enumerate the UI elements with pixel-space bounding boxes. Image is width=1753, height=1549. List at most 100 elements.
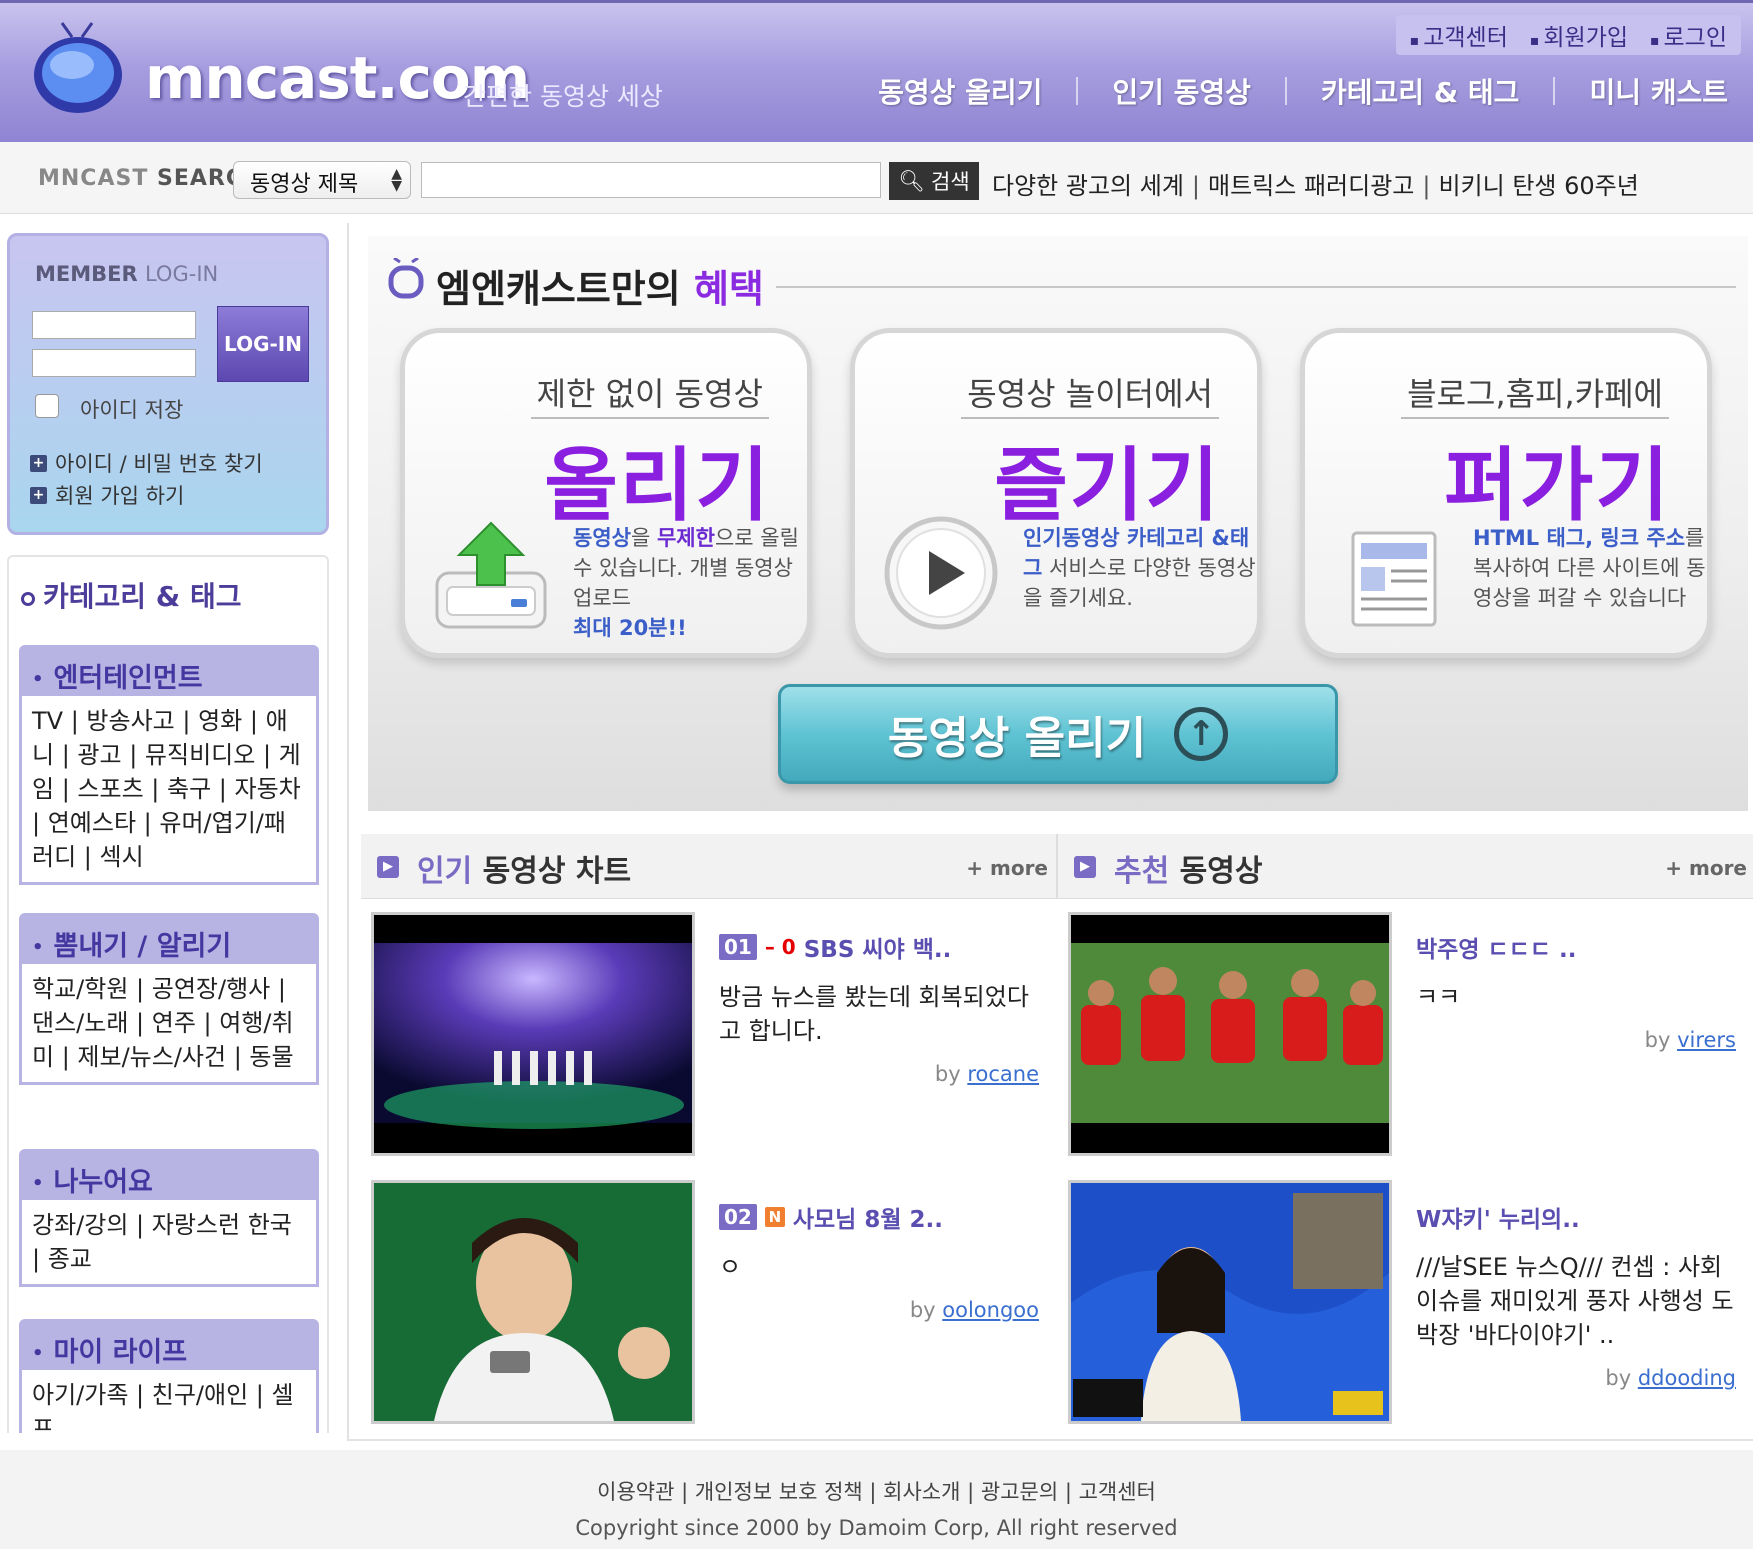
keyword-divider: |: [1422, 172, 1431, 200]
search-input[interactable]: [421, 162, 881, 198]
remember-id-label: 아이디 저장: [80, 398, 184, 422]
keyword-link[interactable]: 매트릭스 패러디광고: [1208, 172, 1414, 200]
category-panel: 카테고리 & 태그 엔터테인먼트 TV | 방송사고 | 영화 | 애니 | 광…: [7, 555, 329, 1433]
by-label: by: [909, 1298, 936, 1322]
nav-divider: [1553, 77, 1556, 105]
nav-upload-video[interactable]: 동영상 올리기: [878, 71, 1042, 111]
author-link[interactable]: ddooding: [1638, 1366, 1736, 1390]
video-description: ///날SEE 뉴스Q/// 컨셉 : 사회 이슈를 재미있게 풍자 사행성 도…: [1416, 1253, 1734, 1349]
category-group-items[interactable]: 학교/학원 | 공연장/행사 | 댄스/노래 | 연주 | 여행/취미 | 제보…: [22, 964, 316, 1082]
video-thumbnail[interactable]: [1068, 1180, 1392, 1424]
more-link[interactable]: + more: [1665, 856, 1747, 880]
video-title-line[interactable]: 02 N 사모님 8월 2..: [719, 1200, 1039, 1234]
tv-antenna-icon: [388, 258, 424, 299]
find-id-password-link[interactable]: + 아이디 / 비밀 번호 찾기: [30, 448, 263, 478]
video-thumbnail[interactable]: [371, 1180, 695, 1424]
tv-logo-icon: [34, 22, 122, 113]
logo-slogan: 간편한 동영상 세상: [463, 82, 663, 111]
section-header: ▶ 추천 동영상 + more: [1058, 834, 1753, 899]
upload-video-button[interactable]: 동영상 올리기 ↑: [778, 684, 1338, 784]
join-member-link[interactable]: + 회원 가입 하기: [30, 480, 184, 510]
left-sidebar: MEMBER LOG-IN LOG-IN 아이디 저장 + 아이디 / 비밀 번…: [7, 233, 329, 1433]
site-header: mncast.com 간편한 동영상 세상 고객센터 회원가입 로그인 동영상 …: [0, 0, 1753, 142]
video-title-line[interactable]: W쟈키' 누리의..: [1416, 1200, 1736, 1234]
category-group-title[interactable]: 엔터테인먼트: [22, 648, 316, 696]
keyword-link[interactable]: 다양한 광고의 세계: [992, 172, 1184, 200]
arrow-right-icon: ▶: [377, 856, 399, 878]
search-label-brand: MNCAST: [38, 166, 149, 191]
benefit-banner: 엠엔캐스트만의 혜택 제한 없이 동영상 올리기 동영상을 무제한으로 올릴 수…: [368, 236, 1748, 811]
benefit-description: 인기동영상 카테고리 &태그 서비스로 다양한 동영상을 즐기세요.: [1023, 523, 1257, 613]
search-type-select[interactable]: 동영상 제목 ▲ ▼: [233, 161, 411, 199]
login-password-field[interactable]: [32, 349, 196, 377]
category-group-show-off: 뽐내기 / 알리기 학교/학원 | 공연장/행사 | 댄스/노래 | 연주 | …: [19, 913, 319, 1085]
benefit-description: HTML 태그, 링크 주소를 복사하여 다른 사이트에 동영상을 퍼갈 수 있…: [1473, 523, 1707, 613]
nav-divider: [1284, 77, 1287, 105]
recommended-videos: ▶ 추천 동영상 + more 박주영 ㄷㄷㄷ .. ㅋㅋ by virers …: [1058, 834, 1753, 1434]
benefit-subtitle: 동영상 놀이터에서: [961, 369, 1219, 419]
desc-text: 을: [630, 526, 657, 550]
find-id-password-label: 아이디 / 비밀 번호 찾기: [55, 452, 263, 476]
banner-title-main: 엠엔캐스트만의: [436, 267, 681, 311]
circle-bullet-icon: [21, 592, 35, 606]
arrow-up-circle-icon: ↑: [1174, 707, 1229, 761]
remember-id-checkbox[interactable]: [35, 394, 59, 418]
by-label: by: [1644, 1028, 1671, 1052]
category-group-items[interactable]: 아기/가족 | 친구/애인 | 셀프: [22, 1370, 316, 1433]
search-icon: 🔍︎: [898, 168, 926, 193]
by-label: by: [934, 1062, 961, 1086]
hot-keywords: 다양한 광고의 세계 | 매트릭스 패러디광고 | 비키니 탄생 60주년: [992, 166, 1639, 201]
rank-badge: 01: [719, 934, 757, 960]
search-label: MNCAST SEARCH: [38, 166, 262, 191]
login-link[interactable]: 로그인: [1650, 18, 1727, 52]
login-button[interactable]: LOG-IN: [217, 306, 309, 382]
benefit-headline: 올리기: [544, 439, 771, 532]
search-button[interactable]: 🔍︎ 검색: [889, 162, 979, 200]
benefit-description: 동영상을 무제한으로 올릴 수 있습니다. 개별 동영상 업로드 최대 20분!…: [573, 523, 807, 643]
search-button-label: 검색: [931, 170, 970, 194]
section-title-highlight: 인기: [417, 854, 473, 889]
more-link[interactable]: + more: [966, 856, 1048, 880]
keyword-link[interactable]: 비키니 탄생 60주년: [1438, 172, 1638, 200]
banner-title-highlight: 혜택: [693, 267, 764, 311]
category-group-items[interactable]: TV | 방송사고 | 영화 | 애니 | 광고 | 뮤직비디오 | 게임 | …: [22, 696, 316, 882]
video-title-line[interactable]: 01 – 0 SBS 씨야 백..: [719, 930, 1039, 964]
category-group-title[interactable]: 마이 라이프: [22, 1322, 316, 1370]
search-type-value: 동영상 제목: [250, 172, 359, 197]
footer-links[interactable]: 이용약관 | 개인정보 보호 정책 | 회사소개 | 광고문의 | 고객센터: [0, 1476, 1753, 1506]
video-thumbnail[interactable]: [371, 912, 695, 1156]
login-title-login: LOG-IN: [144, 262, 219, 286]
keyword-divider: |: [1191, 172, 1200, 200]
video-info: W쟈키' 누리의.. ///날SEE 뉴스Q/// 컨셉 : 사회 이슈를 재미…: [1416, 1200, 1736, 1390]
video-description: 방금 뉴스를 봤는데 회복되었다고 합니다.: [719, 983, 1029, 1045]
video-title-line[interactable]: 박주영 ㄷㄷㄷ ..: [1416, 930, 1736, 964]
concert-stage-thumbnail: [374, 915, 692, 1153]
video-author: by virers: [1416, 1028, 1736, 1052]
logo[interactable]: mncast.com 간편한 동영상 세상: [30, 13, 670, 123]
play-button-icon: [884, 516, 998, 630]
popular-video-chart: ▶ 인기 동영상 차트 + more 01 – 0 SBS 씨야 백.. 방금 …: [361, 834, 1058, 1434]
rank-badge: 02: [719, 1204, 757, 1230]
category-group-title[interactable]: 뽐내기 / 알리기: [22, 916, 316, 964]
author-link[interactable]: rocane: [967, 1062, 1039, 1086]
section-title: 인기 동영상 차트: [417, 846, 631, 890]
video-info: 02 N 사모님 8월 2.. ㅇ by oolongoo: [719, 1200, 1039, 1322]
nav-popular-video[interactable]: 인기 동영상: [1112, 71, 1251, 111]
login-id-field[interactable]: [32, 311, 196, 339]
nav-mini-cast[interactable]: 미니 캐스트: [1589, 71, 1728, 111]
author-link[interactable]: virers: [1677, 1028, 1736, 1052]
category-title-text: 카테고리 & 태그: [43, 580, 242, 613]
video-thumbnail[interactable]: [1068, 912, 1392, 1156]
benefit-subtitle: 제한 없이 동영상: [530, 369, 769, 419]
desc-highlight: 최대 20분!!: [573, 616, 687, 640]
search-bar: MNCAST SEARCH 동영상 제목 ▲ ▼ 🔍︎ 검색 다양한 광고의 세계…: [0, 142, 1753, 214]
nav-category-tag[interactable]: 카테고리 & 태그: [1321, 71, 1519, 111]
customer-center-link[interactable]: 고객센터: [1410, 18, 1508, 52]
category-group-title[interactable]: 나누어요: [22, 1152, 316, 1200]
login-box: MEMBER LOG-IN LOG-IN 아이디 저장 + 아이디 / 비밀 번…: [7, 233, 329, 535]
video-author: by rocane: [719, 1062, 1039, 1086]
author-link[interactable]: oolongoo: [942, 1298, 1039, 1322]
category-group-items[interactable]: 강좌/강의 | 자랑스런 한국 | 종교: [22, 1200, 316, 1284]
rank-change: – 0: [764, 935, 796, 959]
signup-link[interactable]: 회원가입: [1530, 18, 1628, 52]
